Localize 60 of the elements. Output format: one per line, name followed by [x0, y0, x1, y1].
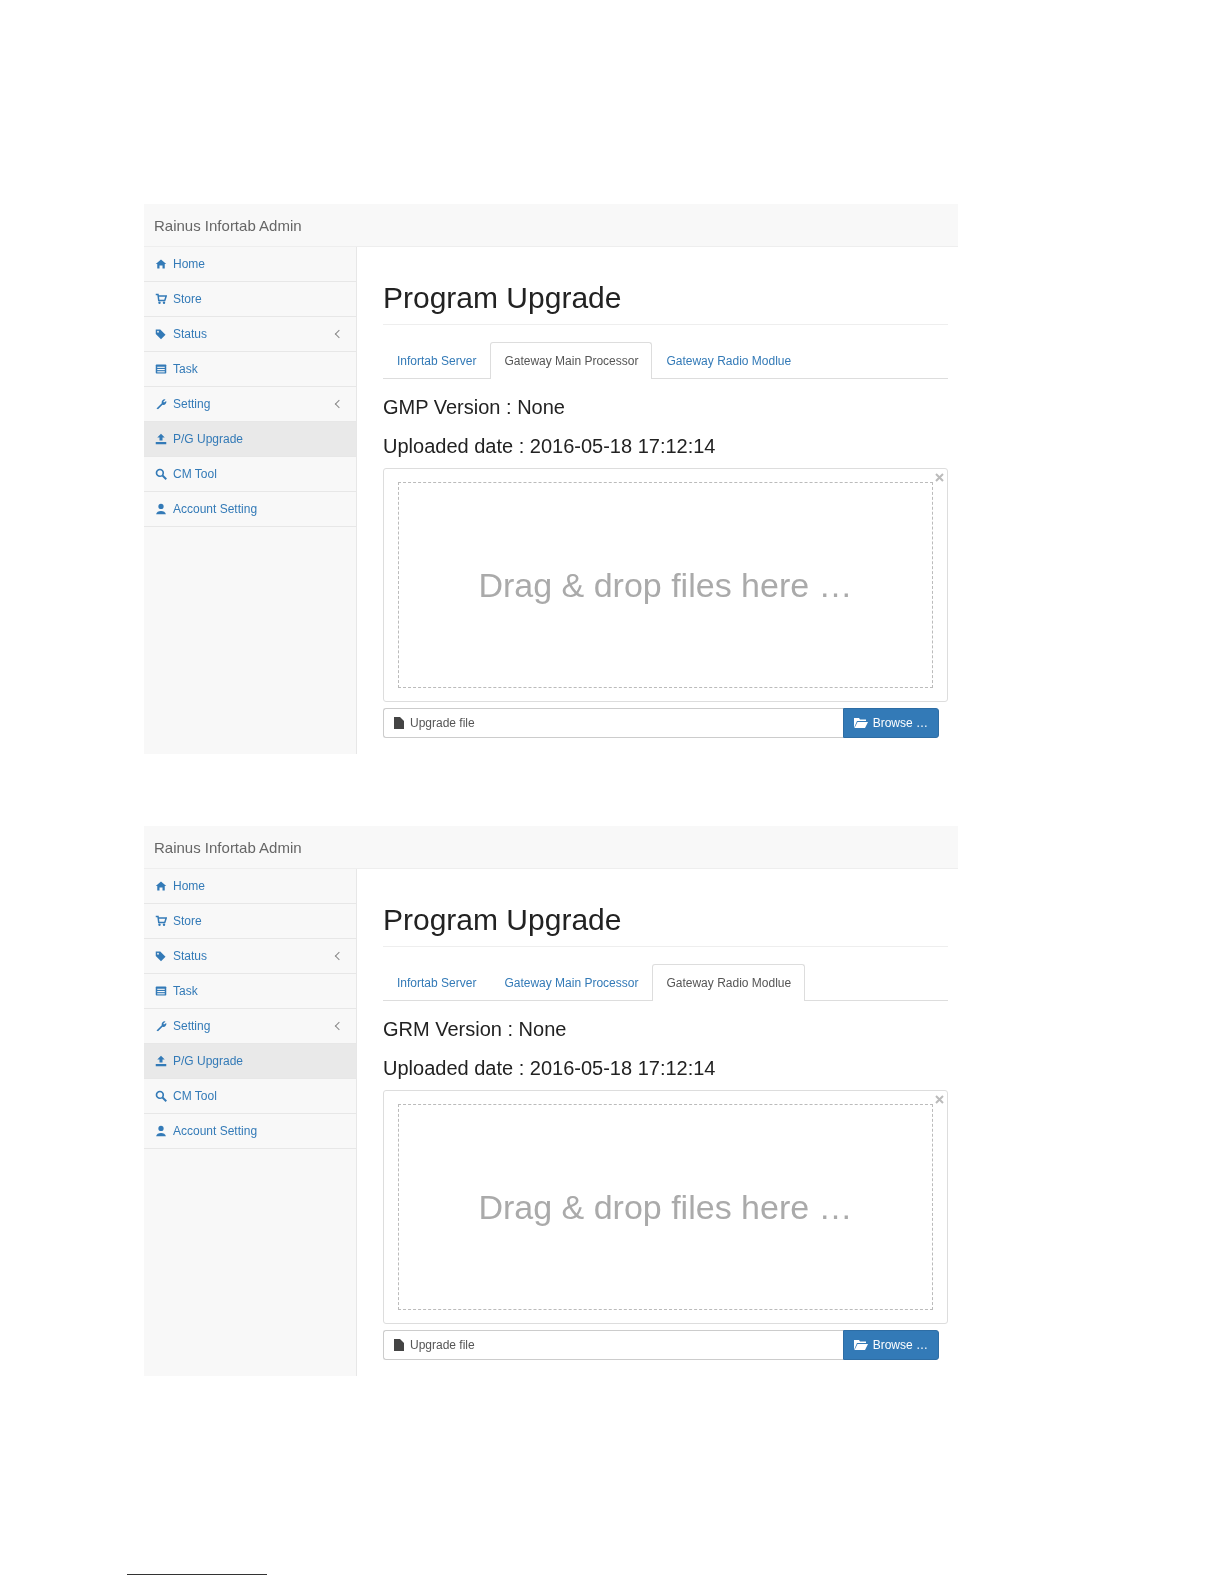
tab[interactable]: Gateway Main Processor	[490, 964, 653, 1000]
sidebar-item[interactable]: Status	[144, 317, 356, 352]
folder-icon	[853, 717, 868, 729]
home-icon	[155, 880, 167, 892]
close-icon[interactable]	[935, 473, 944, 482]
uploaded-date-text: Uploaded date : 2016-05-18 17:12:14	[383, 1057, 717, 1080]
search-icon	[155, 1090, 167, 1102]
sidebar-item[interactable]: P/G Upgrade	[144, 1044, 356, 1079]
sidebar-item[interactable]: P/G Upgrade	[144, 422, 356, 457]
folder-icon	[853, 1339, 868, 1351]
wrench-icon	[155, 398, 167, 410]
sidebar-item[interactable]: Store	[144, 282, 356, 317]
tags-icon	[155, 328, 167, 340]
sidebar-item[interactable]: Home	[144, 869, 356, 904]
tab[interactable]: Gateway Main Processor	[490, 342, 653, 379]
browse-button[interactable]: Browse …	[842, 1330, 939, 1360]
browse-button[interactable]: Browse …	[842, 708, 939, 738]
cart-icon	[155, 293, 167, 305]
file-field[interactable]: Upgrade file	[383, 1330, 843, 1360]
version-text: GRM Version : None	[383, 1018, 568, 1041]
tags-icon	[155, 950, 167, 962]
cart-icon	[155, 915, 167, 927]
drop-hint: Drag & drop files here …	[478, 1187, 853, 1227]
file-icon	[394, 1339, 404, 1351]
page-title: Program Upgrade	[383, 281, 948, 325]
file-placeholder: Upgrade file	[410, 716, 475, 730]
user-icon	[155, 1125, 167, 1137]
sidebar-item[interactable]: Account Setting	[144, 1114, 356, 1149]
app-title: Rainus Infortab Admin	[154, 838, 302, 856]
uploaded-date-text: Uploaded date : 2016-05-18 17:12:14	[383, 435, 717, 458]
wrench-icon	[155, 1020, 167, 1032]
tab[interactable]: Infortab Server	[383, 342, 491, 378]
sidebar-item[interactable]: CM Tool	[144, 457, 356, 492]
sidebar-item[interactable]: CM Tool	[144, 1079, 356, 1114]
drop-hint: Drag & drop files here …	[478, 565, 853, 605]
app-title: Rainus Infortab Admin	[154, 216, 302, 234]
close-icon[interactable]	[935, 1095, 944, 1104]
page-title: Program Upgrade	[383, 903, 948, 947]
version-text: GMP Version : None	[383, 396, 566, 419]
tab[interactable]: Gateway Radio Modlue	[652, 964, 806, 1001]
file-placeholder: Upgrade file	[410, 1338, 475, 1352]
file-icon	[394, 717, 404, 729]
list-icon	[155, 985, 167, 997]
list-icon	[155, 363, 167, 375]
tab[interactable]: Infortab Server	[383, 964, 491, 1000]
sidebar-item[interactable]: Task	[144, 352, 356, 387]
sidebar-item[interactable]: Store	[144, 904, 356, 939]
tab[interactable]: Gateway Radio Modlue	[652, 342, 806, 378]
upload-icon	[155, 1055, 167, 1067]
user-icon	[155, 503, 167, 515]
search-icon	[155, 468, 167, 480]
sidebar-item[interactable]: Task	[144, 974, 356, 1009]
drop-zone[interactable]: Drag & drop files here …	[383, 468, 948, 702]
sidebar-item[interactable]: Home	[144, 247, 356, 282]
sidebar-item[interactable]: Account Setting	[144, 492, 356, 527]
sidebar-item[interactable]: Status	[144, 939, 356, 974]
home-icon	[155, 258, 167, 270]
file-field[interactable]: Upgrade file	[383, 708, 843, 738]
drop-zone[interactable]: Drag & drop files here …	[383, 1090, 948, 1324]
upload-icon	[155, 433, 167, 445]
